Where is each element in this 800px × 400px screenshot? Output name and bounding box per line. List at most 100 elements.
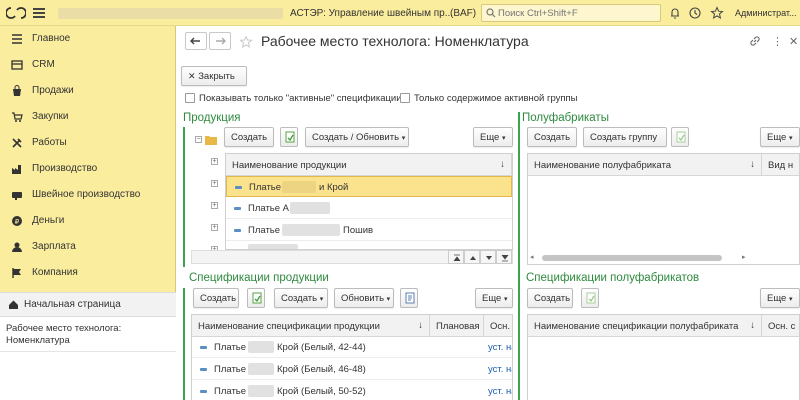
star-icon[interactable] [710,6,724,20]
forward-button[interactable] [209,32,231,50]
active-group-label: Только содержимое активной группы [414,93,578,104]
scrollbar-thumb[interactable] [542,255,722,261]
green-doc-icon [252,292,262,304]
sidebar-item-company[interactable]: Компания [0,260,176,286]
close-icon[interactable]: ✕ [789,35,798,48]
specs-report-button[interactable] [400,288,418,308]
semi-specs-title: Спецификации полуфабрикатов [526,272,700,284]
set-main-link[interactable]: уст. на [488,342,512,353]
semi-create-button[interactable]: Создать [527,127,577,147]
sidebar-item-main[interactable]: Главное [0,26,176,52]
scroll-top-button[interactable] [448,250,464,264]
redacted-text [248,385,274,397]
history-icon[interactable] [688,6,702,20]
specs-col-planned[interactable]: Плановая [430,315,484,337]
products-create-button[interactable]: Создать [224,127,274,147]
specs-col-name[interactable]: Наименование спецификации продукции ↓ [192,315,430,337]
sewing-icon [12,192,22,200]
close-button[interactable]: ✕ Закрыть [181,66,247,86]
products-copy-button[interactable] [280,127,298,147]
main-menu-icon[interactable] [33,8,45,18]
favorite-star-icon[interactable] [239,36,253,48]
semi-specs-copy-button[interactable] [581,288,599,308]
sidebar-item-salary[interactable]: Зарплата [0,234,176,260]
open-windows-panel: Рабочее место технолога: Номенклатура [0,316,176,400]
scroll-up-button[interactable] [464,250,480,264]
redacted-text [248,341,274,353]
products-nav-bar [191,250,513,264]
open-window-item[interactable]: Рабочее место технолога: Номенклатура [0,318,176,352]
specs-copy-button[interactable] [247,288,265,308]
products-col-name[interactable]: Наименование продукции ↓ [226,154,512,176]
sidebar-item-works[interactable]: Работы [0,130,176,156]
bell-icon[interactable] [668,6,682,20]
specs-update-button[interactable]: Обновить ▾ [334,288,394,308]
dropdown-arrow-icon: ▾ [501,135,506,142]
sidebar-item-money[interactable]: ₽ Деньги [0,208,176,234]
semi-more-button[interactable]: Еще ▾ [760,127,800,147]
specs-col-main[interactable]: Осн. с [484,315,512,337]
products-table[interactable]: Наименование продукции ↓ Платье и Крой П… [225,153,513,250]
table-row[interactable]: Платье и Крой [226,176,512,197]
sidebar-item-sewing[interactable]: Швейное производство [0,182,176,208]
specs-more-button[interactable]: Еще ▾ [475,288,513,308]
sidebar-item-production[interactable]: Производство [0,156,176,182]
group-tree[interactable]: − + + + + + [191,130,223,266]
semi-hscroll[interactable]: ◂ ▸ [530,254,798,262]
svg-text:₽: ₽ [15,218,20,226]
table-row[interactable] [226,242,512,249]
main-content: Рабочее место технолога: Номенклатура ⋮ … [177,26,800,400]
semi-create-group-button[interactable]: Создать группу [583,127,667,147]
link-icon[interactable] [749,35,761,47]
specs-accent-line [183,288,185,400]
semi-col-kind[interactable]: Вид н [762,154,799,176]
tree-expand-icon[interactable]: + [211,180,218,187]
semi-specs-create-button[interactable]: Создать [527,288,573,308]
redacted-text [290,202,330,214]
semi-table[interactable]: Наименование полуфабриката ↓ Вид н ◂ ▸ [527,153,800,265]
sidebar-item-purchases[interactable]: Закупки [0,104,176,130]
tree-expand-icon[interactable]: + [211,224,218,231]
set-main-link[interactable]: уст. на [488,364,512,375]
scroll-bottom-button[interactable] [496,250,512,264]
semi-copy-button[interactable] [671,127,689,147]
tree-expand-icon[interactable]: + [211,202,218,209]
table-row[interactable]: Платье Крой (Белый, 46-48) уст. на [192,359,512,380]
set-main-link[interactable]: уст. на [488,386,512,397]
products-title: Продукция [183,112,241,124]
search-input[interactable] [498,7,658,20]
app-logo-icon[interactable] [6,7,26,19]
user-name[interactable]: Администрат... [735,8,797,18]
table-row[interactable]: Платье Крой (Белый, 50-52) уст. на [192,381,512,400]
tree-expand-icon[interactable]: + [211,158,218,165]
semi-specs-table[interactable]: Наименование спецификации полуфабриката … [527,314,800,400]
factory-icon [12,165,21,174]
tree-collapse-icon[interactable]: − [195,136,202,143]
global-search[interactable] [481,4,661,22]
more-vertical-icon[interactable]: ⋮ [772,35,783,48]
sidebar-home[interactable]: Начальная страница [0,292,176,316]
specs-table[interactable]: Наименование спецификации продукции ↓ Пл… [191,314,513,400]
green-doc-icon [285,131,295,143]
sidebar: Главное CRM Продажи Закупки Работы Произ… [0,26,176,400]
back-button[interactable] [185,32,207,50]
active-specs-checkbox[interactable] [185,93,195,103]
sidebar-item-sales[interactable]: Продажи [0,78,176,104]
products-create-update-button[interactable]: Создать / Обновить ▾ [305,127,409,147]
products-more-button[interactable]: Еще ▾ [473,127,513,147]
specs-create-dropdown-button[interactable]: Создать ▾ [274,288,328,308]
scroll-down-button[interactable] [480,250,496,264]
active-group-checkbox[interactable] [400,93,410,103]
top-bar: АСТЭР: Управление швейным пр... (BAF) Ад… [0,0,800,26]
green-doc-icon [586,292,596,304]
semi-col-name[interactable]: Наименование полуфабриката ↓ [528,154,762,176]
table-row[interactable]: Платье Пошив [226,220,512,241]
specs-create-button[interactable]: Создать [193,288,239,308]
app-db-label: (BAF) [450,8,477,19]
semi-specs-more-button[interactable]: Еще ▾ [760,288,800,308]
table-row[interactable]: Платье А [226,198,512,219]
semi-specs-col-name[interactable]: Наименование спецификации полуфабриката … [528,315,762,337]
semi-specs-col-main[interactable]: Осн. с [762,315,799,337]
table-row[interactable]: Платье Крой (Белый, 42-44) уст. на [192,337,512,358]
sidebar-item-crm[interactable]: CRM [0,52,176,78]
